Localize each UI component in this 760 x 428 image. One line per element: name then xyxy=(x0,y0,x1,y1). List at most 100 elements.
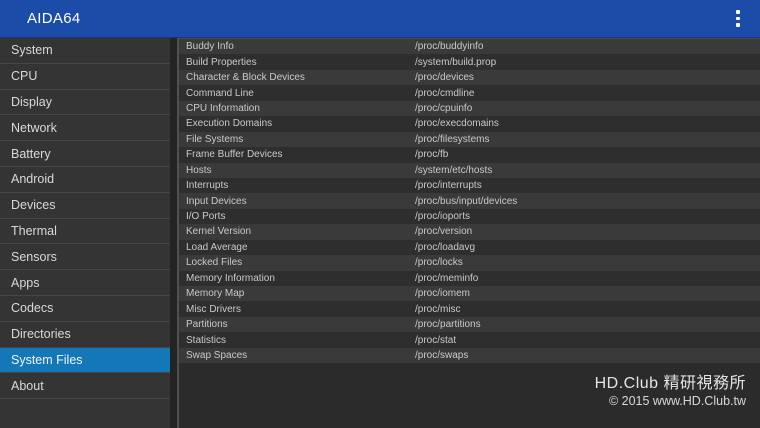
file-name: File Systems xyxy=(186,133,244,145)
file-name: Frame Buffer Devices xyxy=(186,149,283,161)
sidebar-item-label: Devices xyxy=(11,198,56,213)
sidebar-item-android[interactable]: Android xyxy=(0,167,170,193)
file-name: Kernel Version xyxy=(186,226,252,238)
file-path: /proc/filesystems xyxy=(415,133,490,145)
file-path: /proc/loadavg xyxy=(415,241,476,253)
file-row-swap-spaces[interactable]: Swap Spaces/proc/swaps xyxy=(179,347,760,364)
file-path: /proc/partitions xyxy=(415,319,481,331)
file-row-load-average[interactable]: Load Average/proc/loadavg xyxy=(179,239,760,256)
sidebar-item-label: Sensors xyxy=(11,249,57,264)
file-path: /system/etc/hosts xyxy=(415,164,493,176)
sidebar-item-cpu[interactable]: CPU xyxy=(0,64,170,90)
file-path: /proc/ioports xyxy=(415,211,471,223)
file-row-locked-files[interactable]: Locked Files/proc/locks xyxy=(179,255,760,271)
file-row-file-systems[interactable]: File Systems/proc/filesystems xyxy=(179,131,760,148)
file-path: /proc/buddyinfo xyxy=(415,41,484,53)
file-name: Build Properties xyxy=(186,56,257,68)
sidebar-item-label: Android xyxy=(11,172,55,187)
sidebar-item-directories[interactable]: Directories xyxy=(0,322,170,348)
file-name: Load Average xyxy=(186,241,248,253)
file-row-memory-information[interactable]: Memory Information/proc/meminfo xyxy=(179,270,760,286)
file-name: Misc Drivers xyxy=(186,303,241,315)
file-name: Execution Domains xyxy=(186,118,273,130)
overflow-menu-button[interactable] xyxy=(727,4,749,34)
file-path: /proc/swaps xyxy=(415,349,469,361)
sidebar: System CPU Display Network Battery Android Dev… xyxy=(0,38,170,428)
file-row-statistics[interactable]: Statistics/proc/stat xyxy=(179,332,760,348)
file-row-misc-drivers[interactable]: Misc Drivers/proc/misc xyxy=(179,301,760,317)
sidebar-item-label: System Files xyxy=(11,352,83,367)
file-path: /proc/devices xyxy=(415,72,474,84)
sidebar-item-label: CPU xyxy=(11,69,38,84)
file-name: Swap Spaces xyxy=(186,349,248,361)
file-path: /proc/locks xyxy=(415,257,463,269)
sidebar-item-display[interactable]: Display xyxy=(0,90,170,116)
file-path: /proc/interrupts xyxy=(415,180,482,192)
file-row-execution-domains[interactable]: Execution Domains/proc/execdomains xyxy=(179,116,760,132)
file-row-kernel-version[interactable]: Kernel Version/proc/version xyxy=(179,224,760,240)
file-name: I/O Ports xyxy=(186,211,226,223)
sidebar-item-apps[interactable]: Apps xyxy=(0,270,170,296)
file-row-cpu-information[interactable]: CPU Information/proc/cpuinfo xyxy=(179,100,760,117)
app-title: AIDA64 xyxy=(27,10,81,27)
file-name: Input Devices xyxy=(186,195,247,207)
sidebar-item-about[interactable]: About xyxy=(0,373,170,400)
file-name: Partitions xyxy=(186,319,228,331)
file-row-i-o-ports[interactable]: I/O Ports/proc/ioports xyxy=(179,208,760,225)
file-row-memory-map[interactable]: Memory Map/proc/iomem xyxy=(179,286,760,302)
file-name: Memory Information xyxy=(186,272,275,284)
sidebar-item-thermal[interactable]: Thermal xyxy=(0,219,170,245)
sidebar-item-devices[interactable]: Devices xyxy=(0,193,170,219)
file-path: /proc/iomem xyxy=(415,288,471,300)
file-name: CPU Information xyxy=(186,102,260,114)
file-path: /proc/stat xyxy=(415,334,457,346)
sidebar-item-network[interactable]: Network xyxy=(0,115,170,142)
file-name: Buddy Info xyxy=(186,41,234,53)
more-vertical-icon xyxy=(736,23,740,27)
file-path: /proc/execdomains xyxy=(415,118,499,130)
sidebar-item-system[interactable]: System xyxy=(0,38,170,64)
main-area: System CPU Display Network Battery Android Dev… xyxy=(0,38,760,428)
sidebar-item-label: About xyxy=(11,378,44,393)
file-path: /proc/cmdline xyxy=(415,87,475,99)
sidebar-item-label: Display xyxy=(11,94,52,109)
sidebar-item-label: Directories xyxy=(11,327,71,342)
file-row-buddy-info[interactable]: Buddy Info/proc/buddyinfo xyxy=(179,39,760,55)
sidebar-item-battery[interactable]: Battery xyxy=(0,141,170,167)
file-row-partitions[interactable]: Partitions/proc/partitions xyxy=(179,316,760,333)
file-path: /proc/cpuinfo xyxy=(415,102,473,114)
sidebar-item-label: System xyxy=(11,43,53,58)
file-name: Interrupts xyxy=(186,180,229,192)
sidebar-content-gap xyxy=(170,38,177,428)
file-name: Command Line xyxy=(186,87,254,99)
file-row-frame-buffer-devices[interactable]: Frame Buffer Devices/proc/fb xyxy=(179,147,760,163)
content-panel: Buddy Info/proc/buddyinfo Build Propertie… xyxy=(179,38,760,428)
file-name: Statistics xyxy=(186,334,227,346)
sidebar-item-sensors[interactable]: Sensors xyxy=(0,244,170,271)
file-path: /system/build.prop xyxy=(415,56,497,68)
file-path: /proc/fb xyxy=(415,149,449,161)
more-vertical-icon xyxy=(736,16,740,21)
file-row-input-devices[interactable]: Input Devices/proc/bus/input/devices xyxy=(179,193,760,209)
sidebar-item-system-files[interactable]: System Files xyxy=(0,347,170,374)
sidebar-item-label: Codecs xyxy=(11,301,54,316)
sidebar-item-label: Thermal xyxy=(11,223,57,238)
file-path: /proc/bus/input/devices xyxy=(415,195,518,207)
file-path: /proc/version xyxy=(415,226,473,238)
sidebar-item-codecs[interactable]: Codecs xyxy=(0,296,170,322)
file-row-character-block-devices[interactable]: Character & Block Devices/proc/devices xyxy=(179,69,760,86)
file-name: Hosts xyxy=(186,164,212,176)
file-row-interrupts[interactable]: Interrupts/proc/interrupts xyxy=(179,177,760,194)
file-path: /proc/misc xyxy=(415,303,461,315)
file-row-command-line[interactable]: Command Line/proc/cmdline xyxy=(179,85,760,101)
file-path: /proc/meminfo xyxy=(415,272,479,284)
file-row-build-properties[interactable]: Build Properties/system/build.prop xyxy=(179,54,760,70)
app-bar: AIDA64 xyxy=(0,0,760,38)
file-name: Memory Map xyxy=(186,288,245,300)
sidebar-item-label: Network xyxy=(11,120,57,135)
app-root: AIDA64 System CPU Display Network Battery And… xyxy=(0,0,760,428)
system-files-list: Buddy Info/proc/buddyinfo Build Propertie… xyxy=(179,39,760,364)
more-vertical-icon xyxy=(736,10,740,14)
sidebar-item-label: Battery xyxy=(11,146,51,161)
file-row-hosts[interactable]: Hosts/system/etc/hosts xyxy=(179,162,760,178)
